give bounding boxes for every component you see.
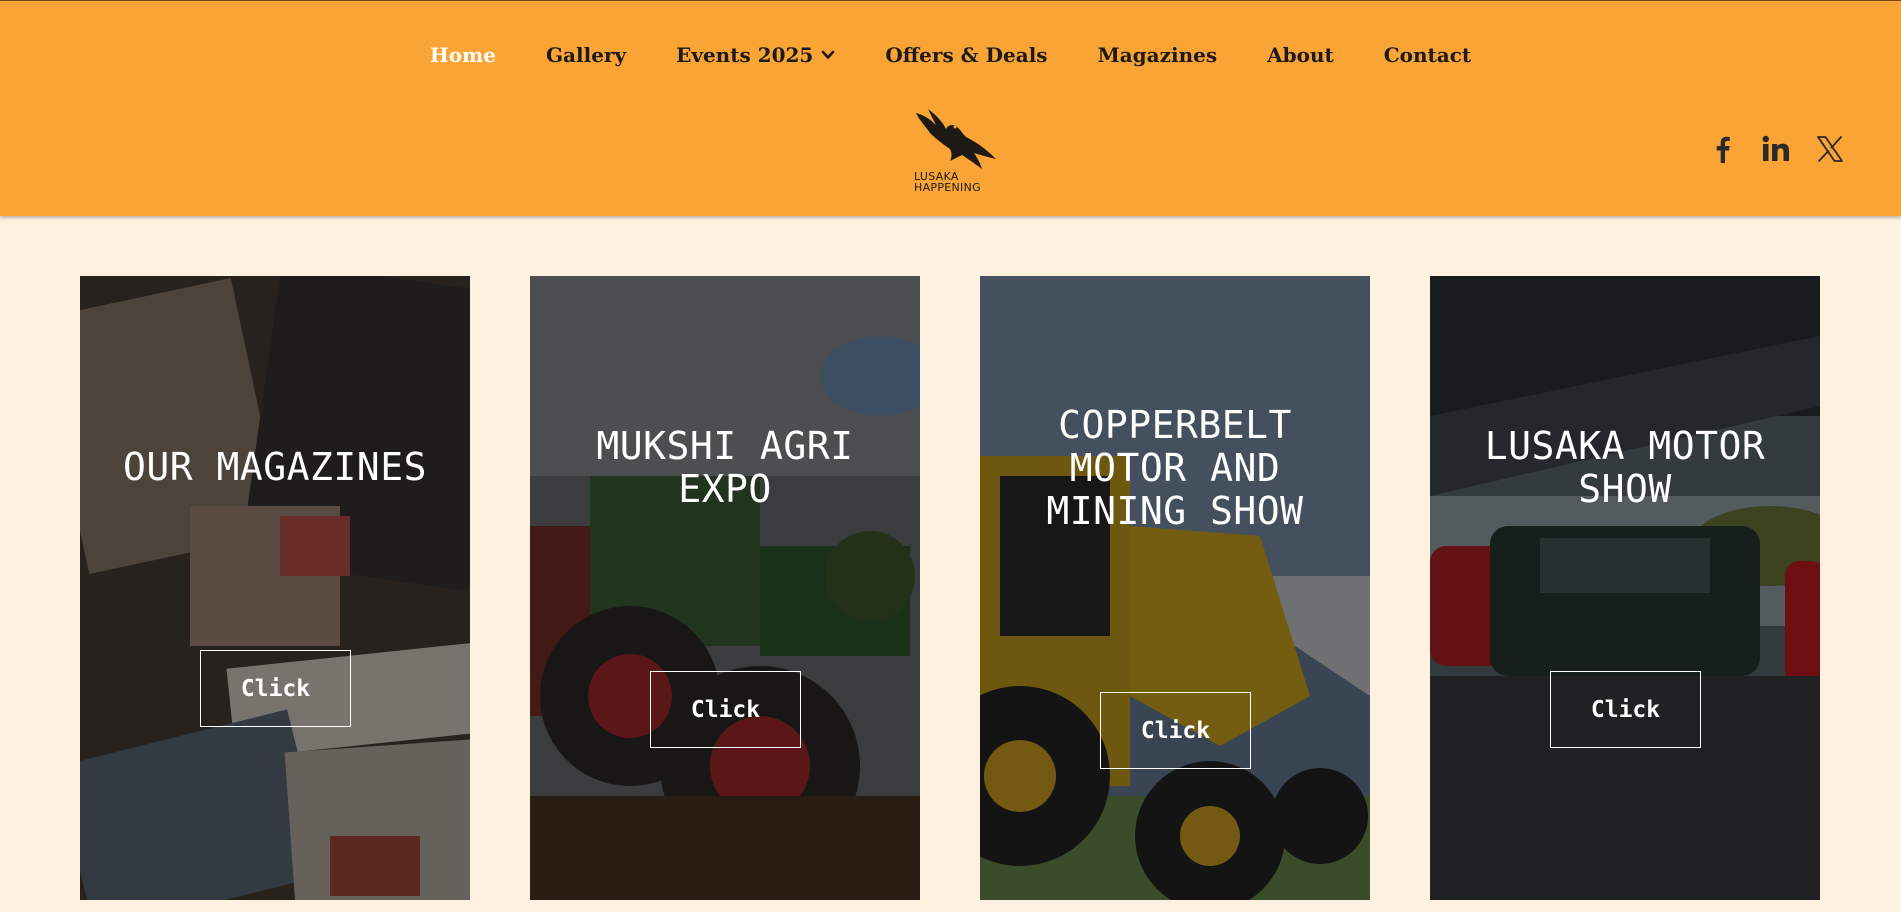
x-link[interactable] — [1814, 133, 1846, 165]
card-mukshi-agri-expo: MUKSHI AGRI EXPO Click — [530, 276, 920, 900]
card-dim-overlay — [1430, 276, 1820, 900]
event-cards: OUR MAGAZINES Click MUKSHI AGRI EXPO Cli… — [80, 276, 1820, 900]
card-title: MUKSHI AGRI EXPO — [596, 424, 854, 511]
nav-about[interactable]: About — [1242, 43, 1359, 67]
card-dim-overlay — [80, 276, 470, 900]
site-logo[interactable]: LUSAKA HAPPENING — [908, 107, 1004, 197]
card-title: COPPERBELT MOTOR AND MINING SHOW — [1046, 403, 1304, 533]
card-lusaka-motor-show: LUSAKA MOTOR SHOW Click — [1430, 276, 1820, 900]
nav-events-label: Events 2025 — [676, 43, 814, 67]
nav-contact[interactable]: Contact — [1359, 43, 1496, 67]
card-our-magazines: OUR MAGAZINES Click — [80, 276, 470, 900]
eagle-icon — [916, 109, 996, 169]
site-header: Home Gallery Events 2025 Offers & Deals … — [0, 0, 1901, 216]
social-links — [1706, 133, 1846, 165]
card-title: OUR MAGAZINES — [123, 445, 427, 489]
facebook-icon — [1716, 136, 1730, 163]
facebook-link[interactable] — [1706, 133, 1738, 165]
nav-home[interactable]: Home — [405, 43, 521, 67]
nav-gallery[interactable]: Gallery — [521, 43, 651, 67]
chevron-down-icon — [822, 50, 835, 59]
card-copperbelt-motor-and-mining-show: COPPERBELT MOTOR AND MINING SHOW Click — [980, 276, 1370, 900]
linkedin-link[interactable] — [1760, 133, 1792, 165]
linkedin-icon — [1762, 135, 1789, 161]
nav-offers-deals[interactable]: Offers & Deals — [860, 43, 1072, 67]
card-dim-overlay — [530, 276, 920, 900]
card-title: LUSAKA MOTOR SHOW — [1484, 424, 1766, 511]
main-nav: Home Gallery Events 2025 Offers & Deals … — [0, 43, 1901, 67]
nav-magazines[interactable]: Magazines — [1073, 43, 1243, 67]
logo-line-2: HAPPENING — [914, 181, 981, 194]
card-click-button[interactable]: Click — [1550, 671, 1701, 748]
card-click-button[interactable]: Click — [1100, 692, 1251, 769]
card-dim-overlay — [980, 276, 1370, 900]
nav-events-2025[interactable]: Events 2025 — [651, 43, 860, 67]
card-click-button[interactable]: Click — [650, 671, 801, 748]
card-click-button[interactable]: Click — [200, 650, 351, 727]
x-icon — [1817, 136, 1843, 162]
